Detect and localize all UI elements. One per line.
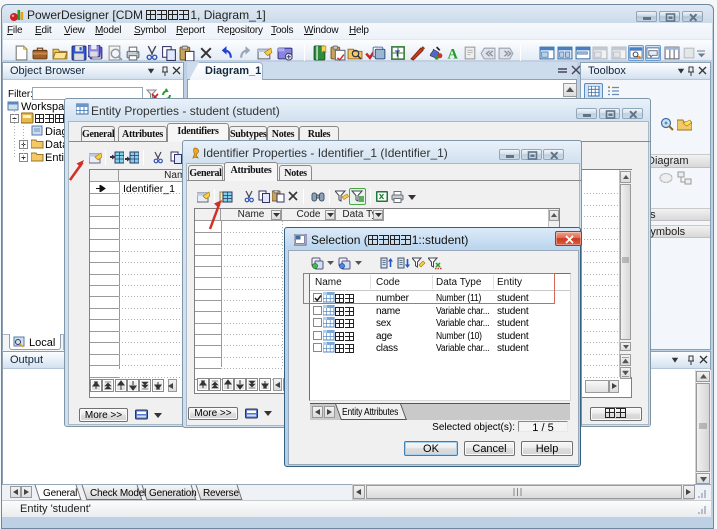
svg-text:T: T (395, 49, 401, 59)
svg-text:A: A (448, 46, 459, 61)
